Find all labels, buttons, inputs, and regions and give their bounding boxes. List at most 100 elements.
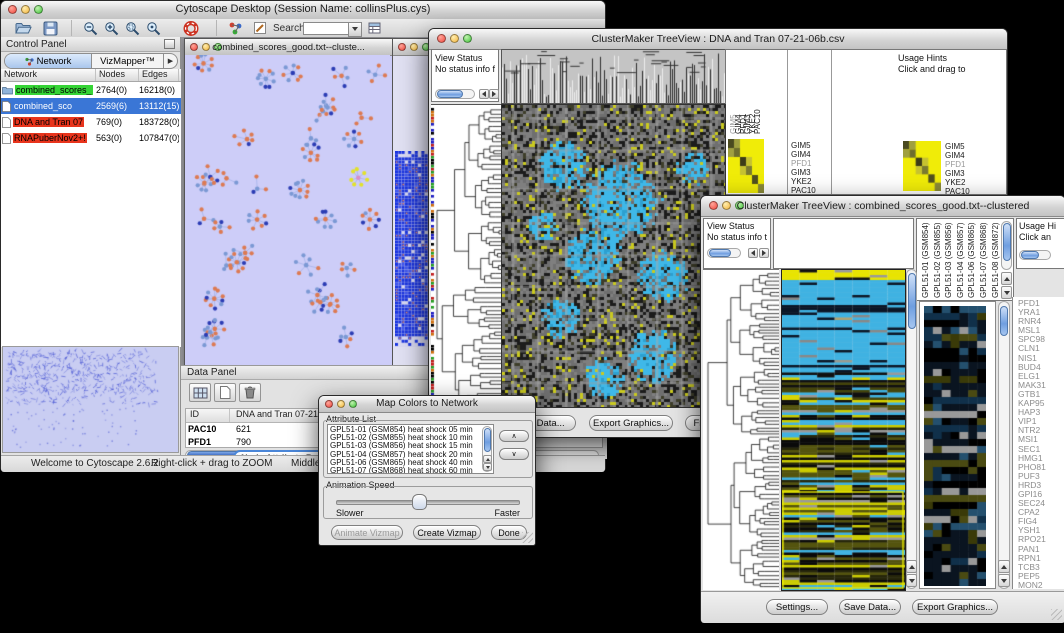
view-status-text: No status info t [707,232,767,242]
scrollbar-thumb[interactable] [484,428,491,452]
move-down-button[interactable]: ∨ [499,448,529,460]
array-column-label: GPL51-06 (GSM865) [967,222,976,298]
treeview1-heatmap[interactable] [501,104,726,408]
scrollbar-thumb[interactable] [437,90,463,98]
treeview2-column-dendrogram[interactable] [773,218,914,269]
animate-vizmap-button[interactable]: Animate Vizmap [331,525,403,540]
treeview1-zoom-matrix[interactable] [903,141,941,191]
scrollbar-thumb[interactable] [1021,251,1039,259]
scroll-down-button[interactable] [1001,286,1012,299]
float-panel-icon[interactable] [164,39,175,49]
tab-network[interactable]: Network [5,54,92,68]
scroll-up-button[interactable] [906,560,917,573]
network-table-row[interactable]: combined_sco 2569(6) 13112(15) [1,98,181,114]
scroll-down-button[interactable] [906,574,917,587]
usage-hints-hscrollbar[interactable] [1019,250,1051,260]
gene-list-vscrollbar[interactable] [998,301,1010,589]
column-header[interactable]: Nodes [96,69,139,81]
treeview1-titlebar[interactable]: ClusterMaker TreeView : DNA and Tran 07-… [429,29,1007,50]
view-status-hscrollbar[interactable] [435,89,475,99]
search-input[interactable] [303,22,349,35]
attribute-list-vscrollbar[interactable] [482,426,492,472]
treeview2-row-dendrogram[interactable] [703,269,779,590]
scroll-up-button[interactable] [998,560,1010,573]
scroll-down-button[interactable] [483,463,492,471]
array-column-label: GPL51-04 (GSM857) [956,222,965,298]
view-status-text: No status info f [435,64,495,74]
heatmap-vscrollbar[interactable] [906,269,917,589]
network-table-header: Network Nodes Edges [1,69,181,82]
minimize-button[interactable] [410,43,418,51]
main-titlebar[interactable]: Cytoscape Desktop (Session Name: collins… [1,1,605,20]
treeview1-row-dendrogram[interactable] [431,104,501,407]
treeview1-column-dendrogram[interactable] [501,49,726,104]
speed-slider-track[interactable] [336,500,520,505]
scrollbar-thumb[interactable] [908,273,916,329]
column-header[interactable]: Network [1,69,96,81]
scrollbar-thumb[interactable] [709,249,731,257]
scroll-down-button[interactable] [998,574,1010,587]
create-vizmap-button[interactable]: Create Vizmap [413,525,481,540]
animation-speed-groupbox: Slower Faster [323,486,533,519]
scrollbar-thumb[interactable] [1003,223,1011,261]
treeview2-gene-labels-panel[interactable]: PFD1YRA1RNR4MSL1SPC98CLN1NIS1BUD4ELG1MAK… [1012,297,1064,589]
faster-label: Faster [494,508,520,518]
network-table-row[interactable]: DNA and Tran 07 769(0) 183728(0) [1,114,181,130]
export-graphics-button[interactable]: Export Graphics... [589,415,673,431]
treeview2-heatmap[interactable] [781,269,906,591]
resize-grip[interactable] [1051,609,1062,620]
matrix-row-label: PFD1 [791,159,816,168]
view-status-hscrollbar[interactable] [707,248,741,258]
birdseye-view[interactable] [2,346,179,453]
gene-label: MON2 [1018,581,1046,589]
save-data-button[interactable]: Save Data... [839,599,901,615]
scroll-left-button[interactable] [479,89,489,99]
move-up-button[interactable]: ∧ [499,430,529,442]
scroll-right-button[interactable] [489,89,499,99]
search-dropdown-button[interactable] [348,22,362,37]
network-tab-icon [25,57,34,66]
resize-grip[interactable] [522,532,533,543]
scroll-right-button[interactable] [759,248,769,258]
status-welcome: Welcome to Cytoscape 2.6.2 [31,458,159,469]
export-graphics-button[interactable]: Export Graphics... [912,599,998,615]
attribute-item[interactable]: GPL51-07 (GSM868) heat shock 60 min [330,467,473,474]
attribute-items: GPL51-01 (GSM854) heat shock 05 minGPL51… [330,426,473,474]
network-table-row[interactable]: RNAPuberNov2+! 563(0) 107847(0) [1,130,181,146]
column-header-id[interactable]: ID [186,409,230,422]
dialog-titlebar[interactable]: Map Colors to Network [319,396,535,413]
settings-button[interactable]: Settings... [766,599,828,615]
dense-network-canvas[interactable] [395,151,429,347]
network-canvas[interactable] [185,55,390,363]
treeview2-titlebar[interactable]: ClusterMaker TreeView : combined_scores_… [701,196,1064,217]
usage-hints-title: Usage Hi [1019,221,1056,231]
data-panel-title: Data Panel [187,367,236,378]
scroll-up-button[interactable] [483,455,492,463]
treeview2-zoom-panel[interactable] [919,301,996,589]
treeview1-global-matrix[interactable] [728,139,764,193]
network-view-title: combined_scores_good.txt--cluste... [185,42,392,53]
speed-slider-thumb[interactable] [412,494,427,510]
matrix-row-label: GIM4 [945,151,970,160]
column-labels-vscrollbar[interactable] [1001,221,1012,270]
delete-attribute-icon[interactable] [239,383,261,402]
close-button[interactable] [398,43,406,51]
tab-overflow-arrow[interactable]: ▶ [164,54,177,68]
treeview1-view-status: View Status No status info f [431,49,499,102]
scroll-up-button[interactable] [1001,272,1012,285]
scrollbar-thumb[interactable] [1000,306,1008,336]
control-panel-header: Control Panel [1,37,180,52]
network-view-titlebar[interactable]: combined_scores_good.txt--cluste... [185,39,392,56]
desktop: Cytoscape Desktop (Session Name: collins… [0,0,1064,633]
window-controls[interactable] [398,43,430,51]
new-attribute-icon[interactable] [214,383,236,402]
attribute-listbox[interactable]: GPL51-01 (GSM854) heat shock 05 minGPL51… [327,424,494,474]
treeview1-title: ClusterMaker TreeView : DNA and Tran 07-… [429,33,1007,45]
column-header[interactable]: Edges [139,69,179,81]
network-table-row[interactable]: combined_scores_ 2764(0) 16218(0) [1,82,181,98]
attribute-table-icon[interactable] [189,383,211,402]
scroll-left-button[interactable] [748,248,758,258]
array-column-label: GPL51-02 (GSM855) [933,222,942,298]
toolbar-separator [216,20,217,36]
tab-vizmapper[interactable]: VizMapper™ [92,54,164,68]
